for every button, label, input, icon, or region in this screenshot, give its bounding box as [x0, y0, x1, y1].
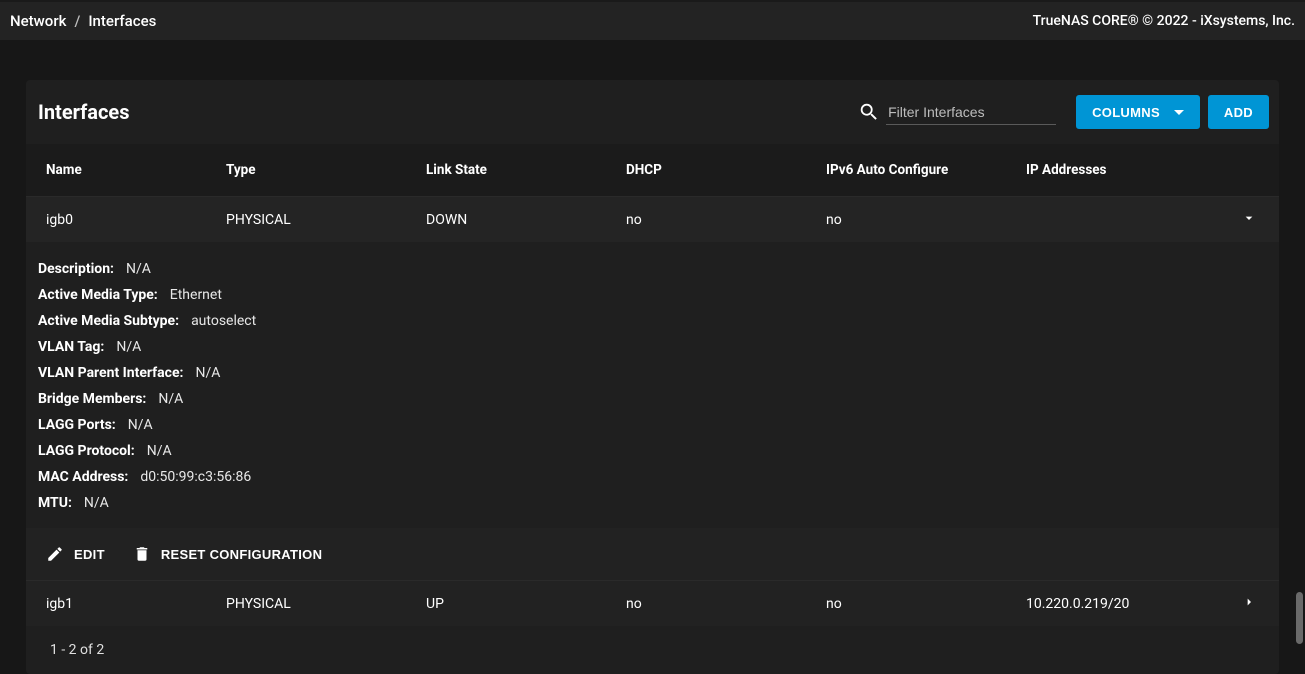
row-details: Description: N/A Active Media Type: Ethern…	[26, 242, 1279, 528]
cell-ip: 10.220.0.219/20	[1018, 596, 1219, 612]
cell-name: igb1	[26, 596, 218, 612]
breadcrumb-root[interactable]: Network	[10, 12, 66, 30]
pencil-icon	[46, 545, 64, 563]
reset-configuration-button[interactable]: RESET CONFIGURATION	[133, 545, 322, 563]
detail-value-active-media-subtype: autoselect	[191, 310, 256, 332]
top-bar: Network / Interfaces TrueNAS CORE® © 202…	[0, 0, 1305, 40]
detail-value-active-media-type: Ethernet	[170, 284, 222, 306]
table-row[interactable]: igb0 PHYSICAL DOWN no no	[26, 196, 1279, 242]
edit-button-label: EDIT	[74, 547, 105, 562]
detail-label-description: Description:	[38, 258, 114, 280]
detail-label-mtu: MTU:	[38, 492, 72, 514]
detail-value-mac: d0:50:99:c3:56:86	[140, 466, 251, 488]
card-header: Interfaces COLUMNS ADD	[26, 80, 1279, 144]
dropdown-arrow-icon	[1174, 110, 1184, 115]
search-input[interactable]	[886, 100, 1056, 125]
detail-label-vlan-tag: VLAN Tag:	[38, 336, 104, 358]
columns-button[interactable]: COLUMNS	[1076, 95, 1200, 129]
row-actions: EDIT RESET CONFIGURATION	[26, 528, 1279, 580]
interfaces-card: Interfaces COLUMNS ADD Name Type Link St…	[26, 80, 1279, 674]
edit-button[interactable]: EDIT	[46, 545, 105, 563]
scrollbar-thumb[interactable]	[1296, 592, 1303, 644]
breadcrumb-separator: /	[74, 12, 80, 30]
table-header: Name Type Link State DHCP IPv6 Auto Conf…	[26, 144, 1279, 196]
pagination-summary: 1 - 2 of 2	[26, 626, 1279, 674]
trash-icon	[133, 545, 151, 563]
detail-value-vlan-parent: N/A	[195, 362, 220, 384]
table-row[interactable]: igb1 PHYSICAL UP no no 10.220.0.219/20	[26, 580, 1279, 626]
detail-value-description: N/A	[126, 258, 151, 280]
detail-label-active-media-type: Active Media Type:	[38, 284, 158, 306]
column-header-type[interactable]: Type	[218, 162, 418, 178]
search-icon	[858, 101, 880, 123]
add-button-label: ADD	[1224, 105, 1253, 120]
cell-dhcp: no	[618, 212, 818, 228]
breadcrumb-current: Interfaces	[88, 12, 156, 30]
detail-value-vlan-tag: N/A	[116, 336, 141, 358]
cell-link-state: UP	[418, 596, 618, 612]
search-box	[858, 100, 1056, 125]
branding-text: TrueNAS CORE® © 2022 - iXsystems, Inc.	[1033, 13, 1295, 29]
detail-label-bridge-members: Bridge Members:	[38, 388, 146, 410]
cell-name: igb0	[26, 212, 218, 228]
cell-ipv6: no	[818, 596, 1018, 612]
detail-label-vlan-parent: VLAN Parent Interface:	[38, 362, 183, 384]
reset-button-label: RESET CONFIGURATION	[161, 547, 322, 562]
cell-dhcp: no	[618, 596, 818, 612]
chevron-down-icon	[1241, 210, 1257, 226]
expand-toggle[interactable]	[1219, 594, 1279, 614]
cell-type: PHYSICAL	[218, 596, 418, 612]
detail-value-mtu: N/A	[84, 492, 109, 514]
column-header-dhcp[interactable]: DHCP	[618, 162, 818, 178]
expand-toggle[interactable]	[1219, 210, 1279, 230]
add-button[interactable]: ADD	[1208, 95, 1269, 129]
column-header-link-state[interactable]: Link State	[418, 162, 618, 178]
column-header-ipv6[interactable]: IPv6 Auto Configure	[818, 162, 1018, 178]
detail-value-lagg-protocol: N/A	[147, 440, 172, 462]
chevron-right-icon	[1241, 594, 1257, 610]
content-area: Interfaces COLUMNS ADD Name Type Link St…	[0, 40, 1305, 674]
column-header-name[interactable]: Name	[26, 162, 218, 178]
detail-label-lagg-ports: LAGG Ports:	[38, 414, 116, 436]
detail-label-lagg-protocol: LAGG Protocol:	[38, 440, 135, 462]
cell-ipv6: no	[818, 212, 1018, 228]
cell-link-state: DOWN	[418, 212, 618, 228]
cell-type: PHYSICAL	[218, 212, 418, 228]
columns-button-label: COLUMNS	[1092, 105, 1160, 120]
breadcrumb: Network / Interfaces	[10, 12, 156, 30]
column-header-ip[interactable]: IP Addresses	[1018, 162, 1219, 178]
detail-label-active-media-subtype: Active Media Subtype:	[38, 310, 179, 332]
detail-value-lagg-ports: N/A	[128, 414, 153, 436]
detail-label-mac: MAC Address:	[38, 466, 128, 488]
page-title: Interfaces	[38, 100, 858, 124]
detail-value-bridge-members: N/A	[158, 388, 183, 410]
